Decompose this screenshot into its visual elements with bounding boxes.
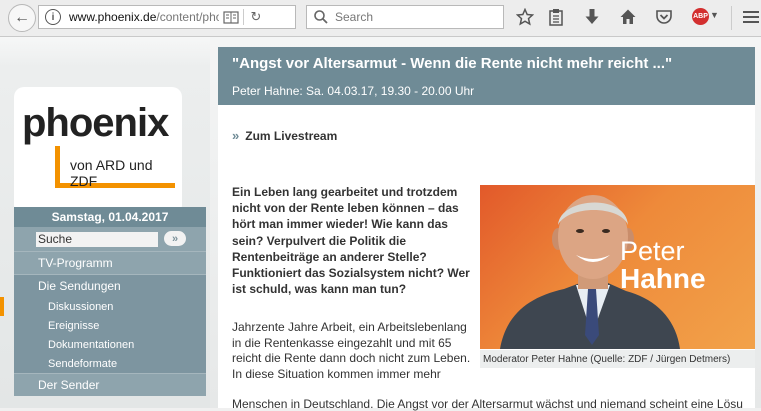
- search-bar[interactable]: Search: [306, 5, 504, 29]
- url-text[interactable]: www.phoenix.de/content/phoe: [69, 10, 219, 24]
- info-icon[interactable]: i: [45, 9, 61, 25]
- photo-caption: Moderator Peter Hahne (Quelle: ZDF / Jür…: [480, 350, 755, 368]
- pocket-icon[interactable]: [653, 6, 675, 28]
- livestream-label: Zum Livestream: [245, 128, 338, 143]
- article-content: "Angst vor Altersarmut - Wenn die Rente …: [218, 47, 755, 411]
- logo-subtitle: von ARD und ZDF: [70, 157, 153, 189]
- logo-wordmark: phoenix: [22, 101, 169, 145]
- host-photo[interactable]: Peter Hahne: [480, 185, 755, 349]
- home-icon[interactable]: [617, 6, 639, 28]
- sidebar-subitem-ereignisse[interactable]: Ereignisse: [14, 316, 206, 335]
- article-body: Jahrzente Jahre Arbeit, ein Arbeitsleben…: [232, 320, 471, 381]
- star-bookmark-icon[interactable]: [514, 6, 536, 28]
- back-button[interactable]: ←: [8, 4, 36, 32]
- download-icon[interactable]: [581, 6, 603, 28]
- search-icon: [314, 10, 328, 24]
- web-page: phoenix von ARD und ZDF Samstag, 01.04.2…: [0, 37, 761, 411]
- arrow-left-icon: ←: [14, 9, 30, 26]
- current-date: Samstag, 01.04.2017: [14, 207, 206, 227]
- page-title: "Angst vor Altersarmut - Wenn die Rente …: [232, 55, 673, 72]
- sidebar-item-die-sendungen[interactable]: Die Sendungen: [14, 274, 206, 297]
- url-bar[interactable]: i www.phoenix.de/content/phoe ↻: [38, 5, 296, 29]
- browser-toolbar: ← i www.phoenix.de/content/phoe ↻ Search…: [0, 0, 761, 37]
- article-body-continued: Menschen in Deutschland. Die Angst vor d…: [232, 397, 743, 411]
- broadcast-info: Peter Hahne: Sa. 04.03.17, 19.30 - 20.00…: [232, 84, 475, 98]
- left-column: phoenix von ARD und ZDF Samstag, 01.04.2…: [0, 37, 210, 408]
- sidebar-subitem-dokumentationen[interactable]: Dokumentationen: [14, 335, 206, 354]
- adblock-plus-icon[interactable]: ABP: [692, 8, 709, 25]
- article-header: "Angst vor Altersarmut - Wenn die Rente …: [218, 47, 755, 105]
- clipboard-list-icon[interactable]: [545, 6, 567, 28]
- logo-bracket-vertical: [55, 146, 60, 188]
- sidebar-subitem-sendeformate[interactable]: Sendeformate: [14, 354, 206, 373]
- livestream-link[interactable]: » Zum Livestream: [232, 128, 337, 143]
- sidebar-nav: Samstag, 01.04.2017 » TV-Programm Die Se…: [0, 207, 206, 396]
- hamburger-menu-icon[interactable]: [740, 6, 761, 28]
- chevron-down-icon[interactable]: ▼: [710, 10, 719, 20]
- sidebar-search: »: [14, 227, 206, 251]
- search-placeholder: Search: [335, 10, 374, 24]
- peter-hahne-wordmark: Peter Hahne: [620, 236, 706, 294]
- reload-icon[interactable]: ↻: [244, 6, 268, 28]
- sidebar-subitem-diskussionen[interactable]: Diskussionen: [0, 297, 206, 316]
- double-chevron-right-icon: »: [232, 128, 240, 143]
- reader-view-icon[interactable]: [219, 6, 243, 28]
- sidebar-item-tv-programm[interactable]: TV-Programm: [14, 251, 206, 274]
- sidebar-search-input[interactable]: [36, 231, 158, 247]
- toolbar-divider: [731, 6, 732, 30]
- host-portrait: [500, 195, 680, 349]
- phoenix-logo[interactable]: phoenix von ARD und ZDF: [14, 87, 182, 215]
- sidebar-item-der-sender[interactable]: Der Sender: [14, 373, 206, 396]
- sidebar-search-button[interactable]: »: [164, 231, 186, 246]
- article-lead: Ein Leben lang gearbeitet und trotzdem n…: [232, 185, 470, 297]
